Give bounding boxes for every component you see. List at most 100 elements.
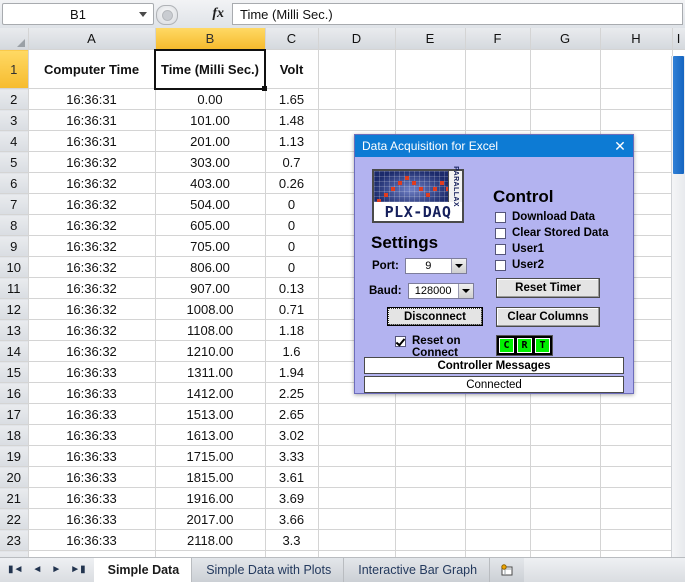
row-header-4[interactable]: 4: [0, 130, 29, 152]
cell-e20[interactable]: [395, 466, 466, 488]
cell-e23[interactable]: [395, 529, 466, 551]
sheet-tab-interactive-bar-graph[interactable]: Interactive Bar Graph: [344, 558, 491, 582]
column-header-d[interactable]: D: [318, 28, 396, 50]
cell-a2[interactable]: 16:36:31: [28, 88, 156, 110]
cell-g23[interactable]: [530, 529, 601, 551]
cell-b21[interactable]: 1916.00: [155, 487, 266, 509]
cell-f22[interactable]: [465, 508, 531, 530]
name-box[interactable]: B1: [2, 3, 154, 25]
cell-c12[interactable]: 0.71: [265, 298, 319, 320]
scrollbar-thumb[interactable]: [673, 56, 684, 174]
cell-a6[interactable]: 16:36:32: [28, 172, 156, 194]
chevron-down-icon[interactable]: [450, 259, 466, 273]
row-header-13[interactable]: 13: [0, 319, 29, 341]
cell-b22[interactable]: 2017.00: [155, 508, 266, 530]
cell-d19[interactable]: [318, 445, 396, 467]
cell-b1[interactable]: Time (Milli Sec.): [155, 49, 266, 89]
select-all-corner[interactable]: [0, 28, 29, 50]
cell-e1[interactable]: [395, 49, 466, 89]
column-header-a[interactable]: A: [28, 28, 156, 50]
disconnect-button[interactable]: Disconnect: [387, 307, 483, 326]
plx-daq-dialog[interactable]: Data Acquisition for Excel ✕ PARALLAX PL…: [354, 134, 634, 394]
cell-b9[interactable]: 705.00: [155, 235, 266, 257]
cell-h22[interactable]: [600, 508, 673, 530]
row-header-19[interactable]: 19: [0, 445, 29, 467]
cell-e22[interactable]: [395, 508, 466, 530]
sheet-tab-simple-data[interactable]: Simple Data: [93, 558, 193, 582]
cell-a22[interactable]: 16:36:33: [28, 508, 156, 530]
reset-on-connect-checkbox[interactable]: Reset on Connect: [395, 335, 479, 359]
cell-g21[interactable]: [530, 487, 601, 509]
dialog-title-bar[interactable]: Data Acquisition for Excel ✕: [355, 135, 633, 157]
cell-c14[interactable]: 1.6: [265, 340, 319, 362]
cell-g22[interactable]: [530, 508, 601, 530]
cell-d23[interactable]: [318, 529, 396, 551]
row-header-10[interactable]: 10: [0, 256, 29, 278]
row-header-20[interactable]: 20: [0, 466, 29, 488]
chevron-down-icon[interactable]: [457, 284, 473, 298]
row-header-21[interactable]: 21: [0, 487, 29, 509]
cell-b3[interactable]: 101.00: [155, 109, 266, 131]
cell-f2[interactable]: [465, 88, 531, 110]
cell-c8[interactable]: 0: [265, 214, 319, 236]
user1-checkbox[interactable]: User1: [495, 243, 544, 255]
cell-a4[interactable]: 16:36:31: [28, 130, 156, 152]
row-header-9[interactable]: 9: [0, 235, 29, 257]
cell-h17[interactable]: [600, 403, 673, 425]
cell-h23[interactable]: [600, 529, 673, 551]
cell-a14[interactable]: 16:36:32: [28, 340, 156, 362]
cell-b6[interactable]: 403.00: [155, 172, 266, 194]
checkbox-icon[interactable]: [495, 212, 506, 223]
cell-c10[interactable]: 0: [265, 256, 319, 278]
cell-b16[interactable]: 1412.00: [155, 382, 266, 404]
cell-h18[interactable]: [600, 424, 673, 446]
cell-a18[interactable]: 16:36:33: [28, 424, 156, 446]
cell-e3[interactable]: [395, 109, 466, 131]
cell-b18[interactable]: 1613.00: [155, 424, 266, 446]
clear-columns-button[interactable]: Clear Columns: [496, 307, 600, 327]
cell-d2[interactable]: [318, 88, 396, 110]
cell-a12[interactable]: 16:36:32: [28, 298, 156, 320]
column-header-g[interactable]: G: [530, 28, 601, 50]
cell-f21[interactable]: [465, 487, 531, 509]
cell-c17[interactable]: 2.65: [265, 403, 319, 425]
cell-a17[interactable]: 16:36:33: [28, 403, 156, 425]
checkbox-icon[interactable]: [495, 260, 506, 271]
clear-stored-data-checkbox[interactable]: Clear Stored Data: [495, 227, 609, 239]
cell-a8[interactable]: 16:36:32: [28, 214, 156, 236]
chevron-down-icon[interactable]: [139, 12, 147, 17]
cell-c21[interactable]: 3.69: [265, 487, 319, 509]
column-header-h[interactable]: H: [600, 28, 673, 50]
row-header-5[interactable]: 5: [0, 151, 29, 173]
port-select[interactable]: 9: [404, 258, 467, 274]
cell-c5[interactable]: 0.7: [265, 151, 319, 173]
cell-a21[interactable]: 16:36:33: [28, 487, 156, 509]
cell-e18[interactable]: [395, 424, 466, 446]
cell-b7[interactable]: 504.00: [155, 193, 266, 215]
cell-b19[interactable]: 1715.00: [155, 445, 266, 467]
cell-f1[interactable]: [465, 49, 531, 89]
row-header-12[interactable]: 12: [0, 298, 29, 320]
cell-e21[interactable]: [395, 487, 466, 509]
cell-e17[interactable]: [395, 403, 466, 425]
cell-c2[interactable]: 1.65: [265, 88, 319, 110]
cell-c15[interactable]: 1.94: [265, 361, 319, 383]
fx-icon[interactable]: fx: [212, 6, 232, 22]
last-sheet-icon[interactable]: ►▮: [70, 565, 85, 575]
row-header-22[interactable]: 22: [0, 508, 29, 530]
row-header-2[interactable]: 2: [0, 88, 29, 110]
cell-b2[interactable]: 0.00: [155, 88, 266, 110]
cell-c13[interactable]: 1.18: [265, 319, 319, 341]
cell-a23[interactable]: 16:36:33: [28, 529, 156, 551]
cell-b8[interactable]: 605.00: [155, 214, 266, 236]
cell-e2[interactable]: [395, 88, 466, 110]
checkbox-icon[interactable]: [395, 336, 406, 347]
cell-e19[interactable]: [395, 445, 466, 467]
cell-b17[interactable]: 1513.00: [155, 403, 266, 425]
row-header-23[interactable]: 23: [0, 529, 29, 551]
cell-b14[interactable]: 1210.00: [155, 340, 266, 362]
cell-g3[interactable]: [530, 109, 601, 131]
cell-c20[interactable]: 3.61: [265, 466, 319, 488]
row-header-8[interactable]: 8: [0, 214, 29, 236]
cell-b12[interactable]: 1008.00: [155, 298, 266, 320]
